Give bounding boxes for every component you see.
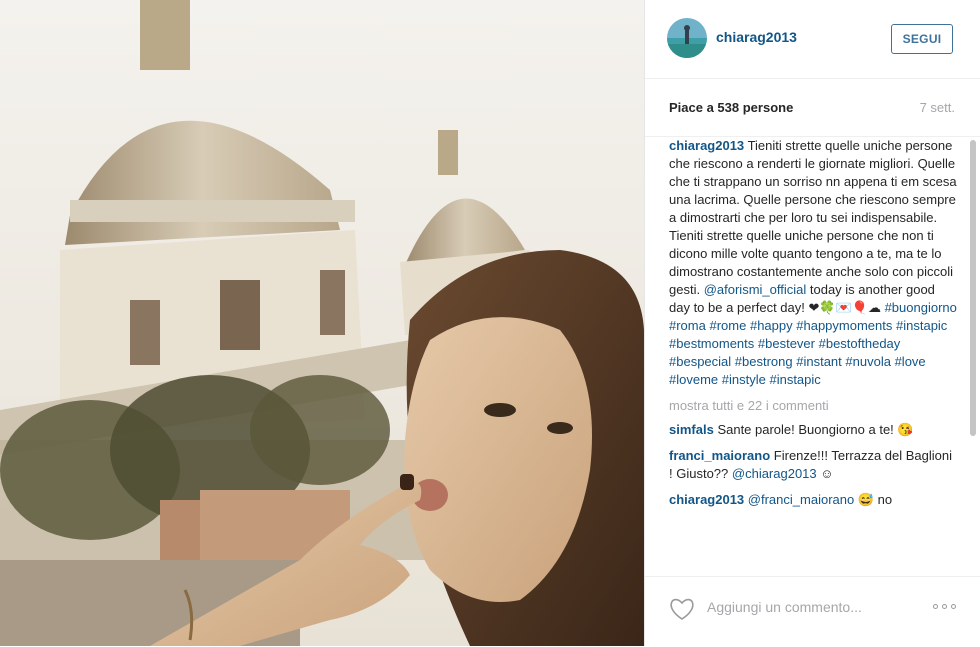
comment-text: no — [877, 492, 893, 507]
comment-emoji: 😅 — [857, 492, 875, 507]
caption-username[interactable]: chiarag2013 — [669, 138, 744, 153]
show-all-comments-link[interactable]: mostra tutti e 22 i commenti — [669, 397, 959, 415]
likes-count[interactable]: Piace a 538 persone — [669, 100, 793, 115]
hashtag[interactable]: #buongiorno — [885, 300, 957, 315]
avatar-image — [667, 18, 707, 58]
caption-emojis: ❤🍀💌🎈☁ — [808, 300, 881, 315]
hashtag[interactable]: #instapic — [769, 372, 820, 387]
post-photo[interactable] — [0, 0, 644, 646]
comment-emoji: ☺ — [820, 466, 834, 481]
comment-item: franci_maiorano Firenze!!! Terrazza del … — [669, 447, 959, 483]
hashtag[interactable]: #instapic — [896, 318, 947, 333]
post-footer: Aggiungi un commento... — [645, 576, 980, 647]
hashtag[interactable]: #rome — [709, 318, 746, 333]
hashtag[interactable]: #bestmoments — [669, 336, 754, 351]
more-options-icon[interactable] — [933, 604, 959, 612]
hashtag[interactable]: #instant — [796, 354, 842, 369]
hashtag[interactable]: #bestrong — [735, 354, 793, 369]
comment-input[interactable]: Aggiungi un commento... — [707, 599, 862, 615]
dot-icon — [942, 604, 947, 609]
hashtag[interactable]: #bestoftheday — [819, 336, 901, 351]
heart-outline-icon[interactable] — [669, 597, 695, 621]
comment-username[interactable]: franci_maiorano — [669, 448, 770, 463]
comment-text: Sante parole! Buongiorno a te! — [717, 422, 894, 437]
comment-mention[interactable]: @chiarag2013 — [732, 466, 817, 481]
post-username[interactable]: chiarag2013 — [716, 29, 797, 45]
hashtag[interactable]: #instyle — [722, 372, 766, 387]
follow-button[interactable]: SEGUI — [891, 24, 953, 54]
comment-item: chiarag2013 @franci_maiorano 😅 no — [669, 491, 959, 509]
hashtag[interactable]: #roma — [669, 318, 706, 333]
hashtag[interactable]: #loveme — [669, 372, 718, 387]
dot-icon — [933, 604, 938, 609]
post-sidebar: chiarag2013 SEGUI Piace a 538 persone 7 … — [644, 0, 980, 646]
comments-list[interactable]: chiarag2013 Tieniti strette quelle unich… — [669, 137, 959, 574]
hashtag[interactable]: #nuvola — [845, 354, 891, 369]
caption-text: Tieniti strette quelle uniche persone ch… — [669, 138, 957, 297]
comment-username[interactable]: simfals — [669, 422, 714, 437]
likes-row: Piace a 538 persone 7 sett. — [645, 78, 980, 137]
hashtag[interactable]: #bestever — [758, 336, 815, 351]
photo-illustration — [0, 0, 644, 646]
avatar[interactable] — [667, 18, 707, 58]
comment-mention[interactable]: @franci_maiorano — [748, 492, 854, 507]
comment-item: simfals Sante parole! Buongiorno a te! 😘 — [669, 421, 959, 439]
post-header: chiarag2013 SEGUI — [645, 0, 980, 79]
post-time[interactable]: 7 sett. — [920, 100, 955, 115]
hashtag[interactable]: #bespecial — [669, 354, 731, 369]
caption-mention[interactable]: @aforismi_official — [704, 282, 807, 297]
hashtag[interactable]: #love — [895, 354, 926, 369]
comment-emoji: 😘 — [897, 422, 914, 437]
hashtag[interactable]: #happymoments — [796, 318, 892, 333]
comment-username[interactable]: chiarag2013 — [669, 492, 744, 507]
caption: chiarag2013 Tieniti strette quelle unich… — [669, 137, 959, 389]
hashtag[interactable]: #happy — [750, 318, 793, 333]
comments-scrollbar[interactable] — [970, 140, 976, 436]
dot-icon — [951, 604, 956, 609]
